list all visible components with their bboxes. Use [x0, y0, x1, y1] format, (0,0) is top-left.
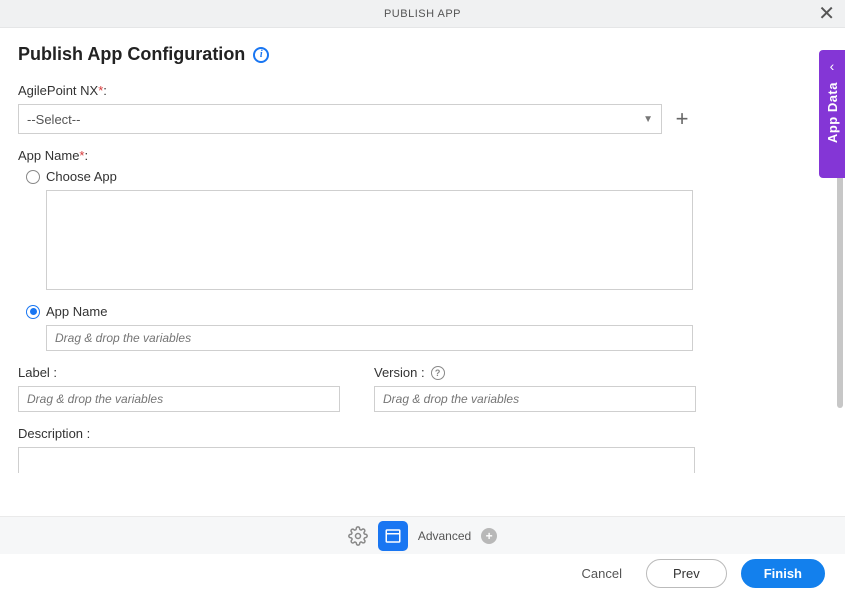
agilepoint-colon: :	[103, 83, 107, 98]
app-name-colon: :	[84, 148, 88, 163]
advanced-expand-button[interactable]: +	[481, 528, 497, 544]
info-icon[interactable]: i	[253, 47, 269, 63]
agilepoint-selected-value: --Select--	[27, 112, 80, 127]
scroll-region: Publish App Configuration i AgilePoint N…	[0, 28, 845, 516]
app-name-label: App Name*:	[18, 148, 88, 163]
label-input[interactable]	[18, 386, 340, 412]
modal-header: PUBLISH APP ✕	[0, 0, 845, 28]
modal-title: PUBLISH APP	[384, 8, 461, 20]
footer-actions: Cancel Prev Finish	[0, 554, 845, 592]
app-name-label-text: App Name	[18, 148, 79, 163]
side-panel-label: App Data	[825, 82, 840, 143]
chevron-left-icon: ‹	[830, 58, 835, 74]
add-connection-button[interactable]: +	[672, 109, 692, 129]
radio-icon[interactable]	[26, 305, 40, 319]
agilepoint-label: AgilePoint NX*:	[18, 83, 107, 98]
field-label: Label :	[18, 365, 340, 412]
field-version: Version : ?	[374, 365, 696, 412]
footer: Advanced + Cancel Prev Finish	[0, 516, 845, 592]
choose-app-radio-label: Choose App	[46, 169, 117, 184]
cancel-button[interactable]: Cancel	[572, 560, 632, 587]
page-title-row: Publish App Configuration i	[18, 44, 692, 65]
app-name-radio-label: App Name	[46, 304, 107, 319]
label-label-row: Label :	[18, 365, 340, 380]
description-field-label: Description :	[18, 426, 90, 441]
radio-app-name[interactable]: App Name	[26, 304, 692, 319]
radio-icon[interactable]	[26, 170, 40, 184]
chevron-down-icon: ▼	[643, 114, 653, 125]
footer-toolbar: Advanced +	[0, 516, 845, 554]
radio-choose-app[interactable]: Choose App	[26, 169, 692, 184]
version-label-row: Version : ?	[374, 365, 696, 380]
app-name-input[interactable]	[46, 325, 693, 351]
field-app-name: App Name*: Choose App App Name	[18, 148, 692, 351]
choose-app-list[interactable]	[46, 190, 693, 290]
help-icon[interactable]: ?	[431, 366, 445, 380]
prev-button[interactable]: Prev	[646, 559, 727, 588]
side-panel-toggle[interactable]: ‹ App Data	[819, 50, 845, 178]
label-field-label: Label :	[18, 365, 57, 380]
agilepoint-select-row: --Select-- ▼ +	[18, 104, 692, 134]
advanced-label: Advanced	[418, 529, 471, 543]
layout-tool-button[interactable]	[378, 521, 408, 551]
gear-icon[interactable]	[348, 526, 368, 546]
close-icon[interactable]: ✕	[818, 4, 835, 24]
field-agilepoint: AgilePoint NX*: --Select-- ▼ +	[18, 83, 692, 134]
version-field-label: Version :	[374, 365, 425, 380]
description-input[interactable]	[18, 447, 695, 473]
label-version-row: Label : Version : ?	[18, 365, 692, 412]
finish-button[interactable]: Finish	[741, 559, 825, 588]
version-input[interactable]	[374, 386, 696, 412]
content: Publish App Configuration i AgilePoint N…	[0, 28, 710, 473]
page-title: Publish App Configuration	[18, 44, 245, 65]
agilepoint-select[interactable]: --Select-- ▼	[18, 104, 662, 134]
field-description: Description :	[18, 426, 692, 473]
agilepoint-label-text: AgilePoint NX	[18, 83, 98, 98]
